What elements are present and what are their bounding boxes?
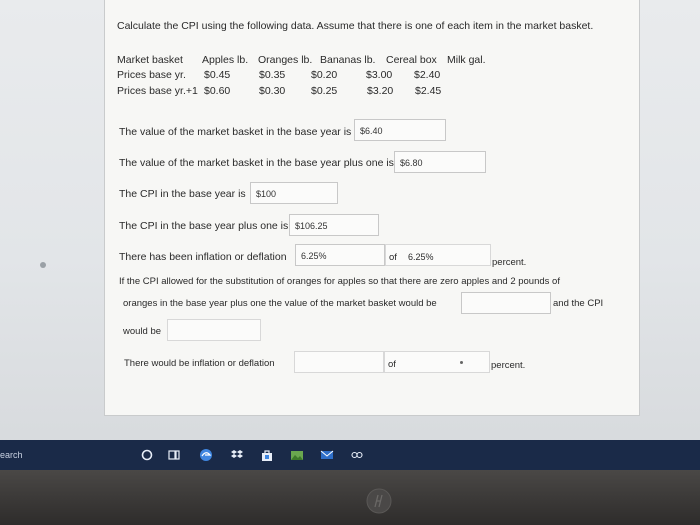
- q6-line2: oranges in the base year plus one the va…: [123, 298, 437, 309]
- table-cell: $2.45: [415, 85, 442, 97]
- q6-cpi-input[interactable]: [167, 319, 261, 341]
- q4-label: The CPI in the base year plus one is: [119, 220, 289, 232]
- table-header-bananas: Bananas lb.: [320, 54, 376, 66]
- q6-basket-value-input[interactable]: [461, 292, 551, 314]
- laptop-bezel: [0, 470, 700, 525]
- table-row-label: Prices base yr.+1: [117, 85, 198, 97]
- dropdown-dot-icon: [460, 361, 463, 364]
- table-header-apples: Apples lb.: [202, 54, 249, 66]
- q7-label: There would be inflation or deflation: [124, 358, 275, 369]
- q7-direction-dropdown[interactable]: [294, 351, 384, 373]
- q5-of-box: of 6.25%: [385, 244, 491, 266]
- mail-icon[interactable]: [320, 448, 334, 462]
- table-cell: $3.00: [366, 69, 393, 81]
- table-cell: $2.40: [414, 69, 441, 81]
- question-panel: Calculate the CPI using the following da…: [104, 0, 640, 416]
- cortana-circle-icon[interactable]: [140, 448, 154, 462]
- dropbox-icon[interactable]: [230, 448, 244, 462]
- table-cell: $0.30: [259, 85, 286, 97]
- q5-suffix: percent.: [492, 257, 527, 268]
- table-cell: $0.20: [311, 69, 338, 81]
- q2-label: The value of the market basket in the ba…: [119, 157, 394, 169]
- table-cell: $0.45: [204, 69, 231, 81]
- q7-suffix: percent.: [491, 360, 526, 371]
- q3-answer-input[interactable]: $100: [250, 182, 338, 204]
- table-cell: $3.20: [367, 85, 394, 97]
- hp-logo-icon: [366, 488, 392, 514]
- table-cell: $0.35: [259, 69, 286, 81]
- table-header-market-basket: Market basket: [117, 54, 183, 66]
- table-cell: $0.25: [311, 85, 338, 97]
- q5-of-label: of: [389, 252, 397, 263]
- side-dot: [40, 262, 46, 268]
- edge-browser-icon[interactable]: [199, 448, 213, 462]
- table-header-oranges: Oranges lb.: [258, 54, 313, 66]
- table-header-cereal: Cereal box: [386, 54, 437, 66]
- q6-line1: If the CPI allowed for the substitution …: [119, 276, 560, 287]
- q6-line3: would be: [123, 326, 162, 337]
- table-row-label: Prices base yr.: [117, 69, 186, 81]
- q3-label: The CPI in the base year is: [119, 188, 246, 200]
- task-view-icon[interactable]: [167, 448, 181, 462]
- q5-direction-dropdown[interactable]: 6.25%: [295, 244, 385, 266]
- q1-answer-input[interactable]: $6.40: [354, 119, 446, 141]
- table-cell: $0.60: [204, 85, 231, 97]
- taskbar-search-text[interactable]: earch: [0, 450, 23, 460]
- store-bag-icon[interactable]: [260, 448, 274, 462]
- q6-after-label: and the CPI: [553, 298, 604, 309]
- intro-text: Calculate the CPI using the following da…: [117, 20, 594, 32]
- photos-icon[interactable]: [290, 448, 304, 462]
- screen: Calculate the CPI using the following da…: [0, 0, 700, 470]
- q2-answer-input[interactable]: $6.80: [394, 151, 486, 173]
- q5-of-value[interactable]: 6.25%: [408, 252, 434, 262]
- table-header-milk: Milk gal.: [447, 54, 486, 66]
- q7-of-box[interactable]: of: [384, 351, 490, 373]
- q5-label: There has been inflation or deflation: [119, 251, 287, 263]
- q4-answer-input[interactable]: $106.25: [289, 214, 379, 236]
- infinity-app-icon[interactable]: [350, 448, 364, 462]
- q1-label: The value of the market basket in the ba…: [119, 126, 352, 138]
- q7-of-label: of: [388, 359, 396, 370]
